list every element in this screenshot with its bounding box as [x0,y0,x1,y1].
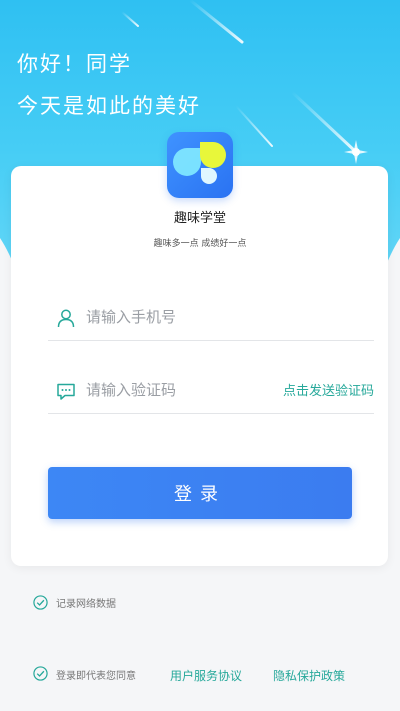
user-icon [57,309,75,328]
login-button[interactable]: 登录 [48,467,352,519]
code-field-row: 点击发送验证码 [48,367,374,414]
record-network-check-icon[interactable] [33,595,48,610]
message-icon [57,383,75,400]
chat-bubbles-icon [173,142,226,184]
verification-code-input[interactable] [86,373,286,407]
app-logo [167,132,233,198]
app-name: 趣味学堂 [173,211,226,226]
send-code-button[interactable]: 点击发送验证码 [283,380,374,399]
privacy-policy-link[interactable]: 隐私保护政策 [273,667,345,684]
agreement-prefix: 登录即代表您同意 [56,671,136,682]
greeting-line-1: 你好！同学 [17,52,132,76]
user-agreement-link[interactable]: 用户服务协议 [170,667,242,684]
record-network-label: 记录网络数据 [56,599,116,610]
agreement-check-icon[interactable] [33,666,48,681]
greeting-line-2: 今天是如此的美好 [17,94,201,118]
phone-input[interactable] [86,300,286,334]
phone-field-row [48,294,374,341]
app-slogan: 趣味多一点 成绩好一点 [153,239,247,249]
